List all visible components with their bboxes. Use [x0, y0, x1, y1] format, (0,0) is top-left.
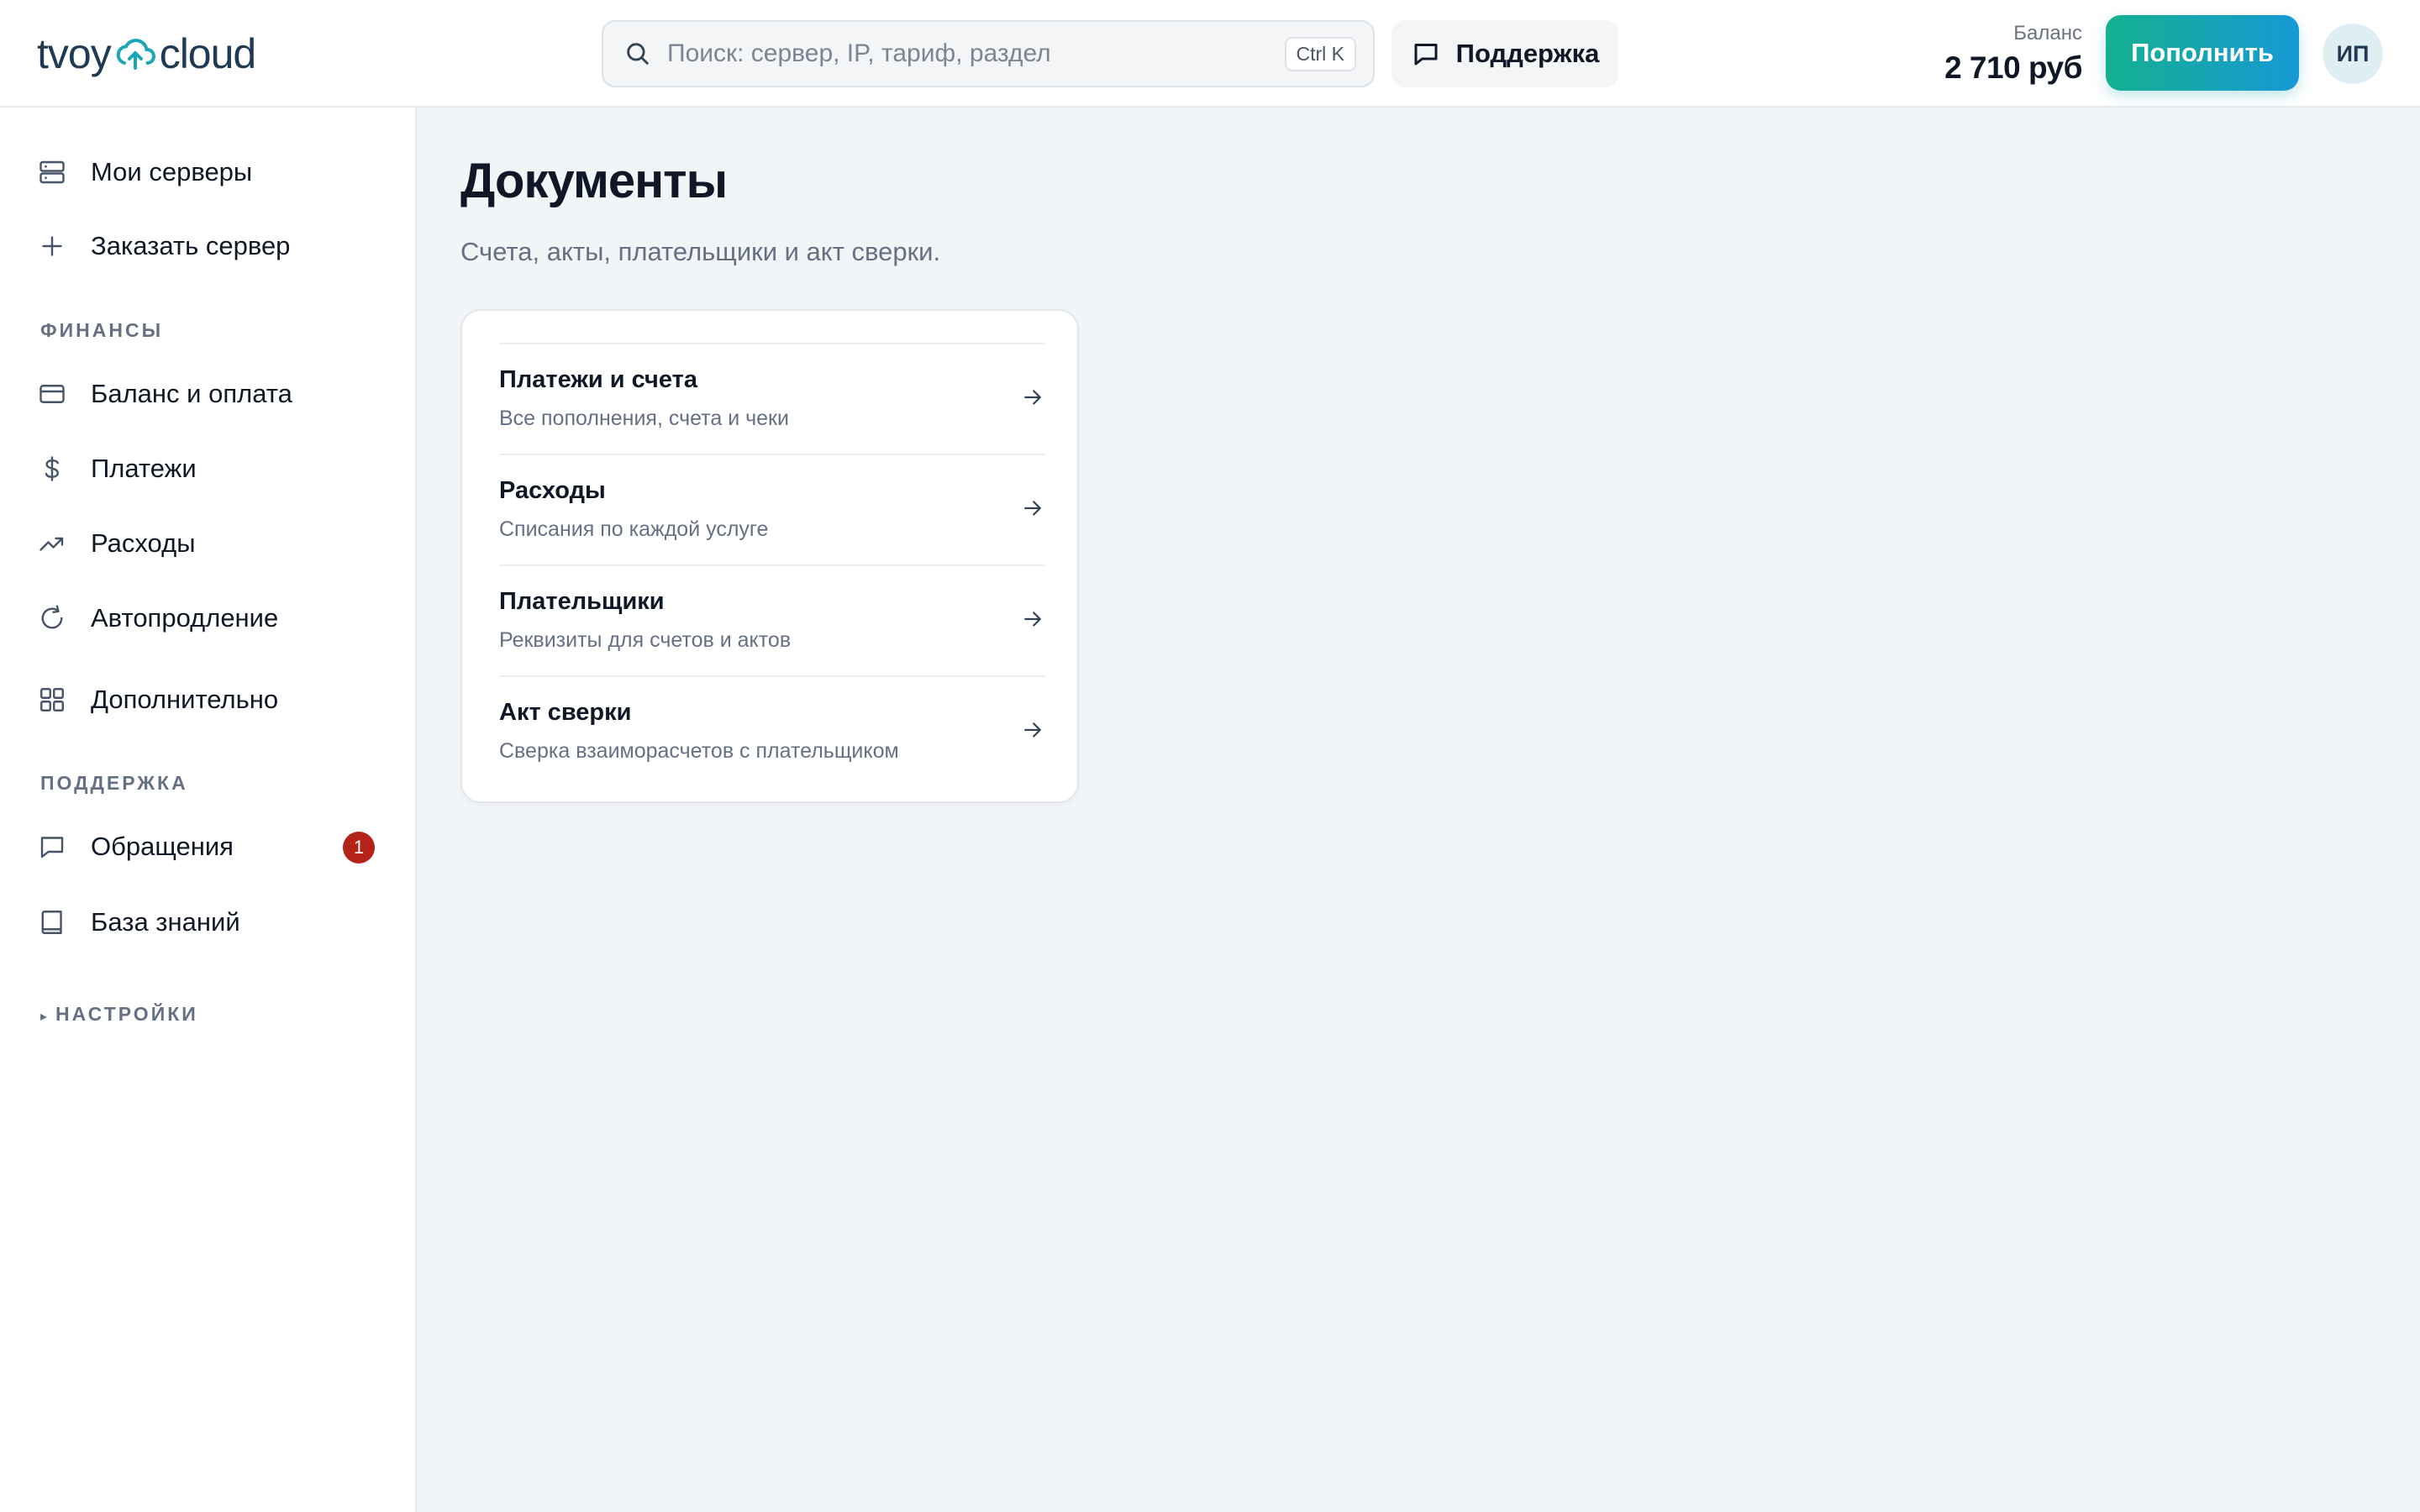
- unread-badge: 1: [343, 832, 375, 864]
- sidebar-item-label: Обращения: [91, 832, 234, 861]
- book-icon: [37, 903, 76, 942]
- sidebar-item-order-server[interactable]: Заказать сервер: [37, 219, 381, 273]
- arrow-right-icon: [1024, 612, 1041, 627]
- sidebar-item-additional[interactable]: Дополнительно: [37, 673, 381, 727]
- sidebar-item-label: Баланс и оплата: [91, 379, 292, 408]
- document-link-expenses[interactable]: Расходы Списания по каждой услуге: [499, 455, 1045, 566]
- support-button[interactable]: Поддержка: [1392, 20, 1618, 87]
- topup-button[interactable]: Пополнить: [2106, 15, 2299, 91]
- documents-card: Платежи и счета Все пополнения, счета и …: [460, 309, 1079, 803]
- sidebar-section-support: ПОДДЕРЖКА: [40, 772, 188, 794]
- server-icon: [37, 153, 76, 192]
- document-link-payments-invoices[interactable]: Платежи и счета Все пополнения, счета и …: [499, 344, 1045, 455]
- logo-text-right: cloud: [159, 30, 257, 77]
- logo[interactable]: tvoy cloud: [37, 29, 257, 79]
- sidebar-item-label: Мои серверы: [91, 157, 253, 186]
- arrow-right-icon: [1024, 722, 1041, 738]
- plus-icon: [37, 227, 76, 265]
- sidebar-item-label: Заказать сервер: [91, 231, 291, 260]
- top-header: tvoy cloud Ctrl K Поддержка Баланс 2 710…: [0, 0, 2420, 108]
- sidebar-item-label: Дополнительно: [91, 685, 279, 714]
- document-link-title: Расходы: [499, 477, 606, 504]
- sidebar-section-settings-toggle[interactable]: ▸ НАСТРОЙКИ: [40, 1003, 198, 1026]
- app: tvoy cloud Ctrl K Поддержка Баланс 2 710…: [0, 0, 2420, 1512]
- sidebar-item-autorenew[interactable]: Автопродление: [37, 591, 381, 645]
- document-link-title: Акт сверки: [499, 699, 632, 726]
- caret-right-icon: ▸: [40, 1010, 48, 1024]
- global-search[interactable]: Ctrl K: [602, 20, 1375, 87]
- message-icon: [1414, 44, 1438, 66]
- credit-card-icon: [37, 375, 76, 413]
- document-link-title: Платежи и счета: [499, 366, 697, 393]
- search-shortcut-hint: Ctrl K: [1284, 36, 1356, 71]
- sidebar-item-label: Платежи: [91, 454, 197, 483]
- refresh-icon: [37, 599, 76, 638]
- sidebar-item-label: База знаний: [91, 907, 240, 937]
- balance-label: Баланс: [2013, 22, 2082, 45]
- document-link-payers[interactable]: Плательщики Реквизиты для счетов и актов: [499, 566, 1045, 677]
- page-title: Документы: [460, 154, 728, 208]
- avatar[interactable]: ИП: [2323, 24, 2383, 84]
- sidebar-section-finance: ФИНАНСЫ: [40, 319, 164, 341]
- sidebar-section-settings-label: НАСТРОЙКИ: [55, 1003, 198, 1025]
- document-link-description: Все пополнения, счета и чеки: [499, 407, 789, 430]
- arrow-right-icon: [1024, 501, 1041, 516]
- page-subtitle: Счета, акты, плательщики и акт сверки.: [460, 237, 941, 266]
- cloud-logo-icon: [116, 39, 155, 70]
- sidebar-item-expenses[interactable]: Расходы: [37, 517, 381, 570]
- documents-list: Платежи и счета Все пополнения, счета и …: [499, 343, 1045, 788]
- sidebar: Мои серверы Заказать сервер ФИНАНСЫ Бала…: [0, 108, 417, 1512]
- trending-up-icon: [37, 524, 76, 563]
- dollar-icon: [37, 449, 76, 488]
- search-input[interactable]: [667, 39, 1285, 68]
- sidebar-item-knowledge-base[interactable]: База знаний: [37, 895, 381, 949]
- document-link-description: Сверка взаиморасчетов с плательщиком: [499, 739, 899, 763]
- support-button-label: Поддержка: [1455, 39, 1600, 68]
- sidebar-item-label: Автопродление: [91, 603, 279, 633]
- sidebar-item-my-servers[interactable]: Мои серверы: [37, 145, 381, 199]
- document-link-reconciliation[interactable]: Акт сверки Сверка взаиморасчетов с плате…: [499, 677, 1045, 788]
- balance-value: 2 710 руб: [1944, 50, 2082, 85]
- document-link-description: Списания по каждой услуге: [499, 517, 769, 541]
- message-icon: [37, 827, 76, 866]
- sidebar-item-balance[interactable]: Баланс и оплата: [37, 367, 381, 421]
- document-link-title: Плательщики: [499, 588, 665, 615]
- arrow-right-icon: [1024, 390, 1041, 405]
- sidebar-item-tickets[interactable]: Обращения 1: [37, 820, 381, 874]
- sidebar-item-payments[interactable]: Платежи: [37, 442, 381, 496]
- balance-display: Баланс 2 710 руб: [1944, 22, 2082, 86]
- document-link-description: Реквизиты для счетов и актов: [499, 628, 792, 652]
- search-icon: [627, 43, 649, 65]
- grid-icon: [37, 680, 76, 719]
- logo-text-left: tvoy: [37, 30, 112, 77]
- sidebar-item-label: Расходы: [91, 528, 196, 558]
